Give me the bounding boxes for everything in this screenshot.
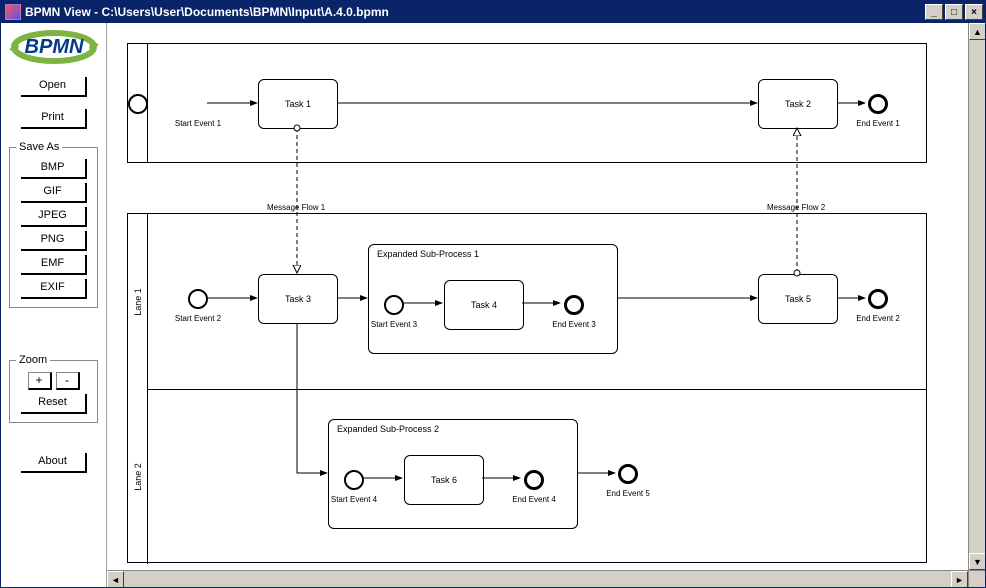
end-event-5-label: End Event 5 [598,489,658,498]
task-1[interactable]: Task 1 [258,79,338,129]
subprocess-2[interactable]: Expanded Sub-Process 2 Start Event 4 Tas… [328,419,578,529]
zoom-reset-button[interactable]: Reset [21,394,87,414]
minimize-button[interactable]: _ [925,4,943,20]
lane-2-label: Lane 2 [128,389,148,564]
maximize-button[interactable]: □ [945,4,963,20]
task-6[interactable]: Task 6 [404,455,484,505]
close-button[interactable]: × [965,4,983,20]
message-flow-1-label: Message Flow 1 [267,203,325,212]
start-event-1[interactable] [128,94,148,114]
end-event-1[interactable] [868,94,888,114]
save-emf-button[interactable]: EMF [21,255,87,275]
save-exif-button[interactable]: EXIF [21,279,87,299]
bpmn-logo: BPMN [9,29,99,65]
window-title: BPMN View - C:\Users\User\Documents\BPMN… [25,5,925,19]
subprocess-1[interactable]: Expanded Sub-Process 1 Start Event 3 Tas… [368,244,618,354]
start-event-1-label: Start Event 1 [168,119,228,128]
save-gif-button[interactable]: GIF [21,183,87,203]
zoom-legend: Zoom [16,354,50,366]
bpmn-diagram: Pool Start Event 1 Task 1 Task 2 End Eve… [127,43,947,563]
message-flow-2-label: Message Flow 2 [767,203,825,212]
task-5[interactable]: Task 5 [758,274,838,324]
scroll-down-button[interactable]: ▼ [969,553,985,570]
start-event-4[interactable] [344,470,364,490]
start-event-3[interactable] [384,295,404,315]
print-button[interactable]: Print [21,109,87,129]
scroll-up-button[interactable]: ▲ [969,23,985,40]
start-event-4-label: Start Event 4 [324,495,384,504]
canvas-container: Pool Start Event 1 Task 1 Task 2 End Eve… [106,23,985,587]
end-event-1-label: End Event 1 [848,119,908,128]
about-button[interactable]: About [21,453,87,473]
vertical-scrollbar[interactable]: ▲ ▼ [968,23,985,570]
save-png-button[interactable]: PNG [21,231,87,251]
end-event-3-label: End Event 3 [544,320,604,329]
end-event-2-label: End Event 2 [848,314,908,323]
zoom-out-button[interactable]: - [56,372,80,390]
content-area: BPMN Open Print Save As BMP GIF JPEG PNG… [1,23,985,587]
subprocess-1-title: Expanded Sub-Process 1 [377,249,479,259]
zoom-in-button[interactable]: + [28,372,52,390]
diagram-canvas[interactable]: Pool Start Event 1 Task 1 Task 2 End Eve… [107,23,968,570]
end-event-2[interactable] [868,289,888,309]
save-as-legend: Save As [16,141,62,153]
save-jpeg-button[interactable]: JPEG [21,207,87,227]
start-event-2[interactable] [188,289,208,309]
scrollbar-corner [968,570,985,587]
start-event-2-label: Start Event 2 [168,314,228,323]
end-event-4-label: End Event 4 [504,495,564,504]
app-window: BPMN View - C:\Users\User\Documents\BPMN… [0,0,986,588]
horizontal-scrollbar[interactable]: ◄ ► [107,570,968,587]
subprocess-2-title: Expanded Sub-Process 2 [337,424,439,434]
zoom-group: Zoom + - Reset [9,354,98,423]
save-bmp-button[interactable]: BMP [21,159,87,179]
svg-text:BPMN: BPMN [25,36,84,58]
open-button[interactable]: Open [21,77,87,97]
task-2[interactable]: Task 2 [758,79,838,129]
save-as-group: Save As BMP GIF JPEG PNG EMF EXIF [9,141,98,308]
app-icon [5,4,21,20]
end-event-5[interactable] [618,464,638,484]
sidebar: BPMN Open Print Save As BMP GIF JPEG PNG… [1,23,106,587]
pool-1[interactable]: Pool Start Event 1 Task 1 Task 2 End Eve… [127,43,927,163]
scroll-left-button[interactable]: ◄ [107,571,124,587]
pool-2[interactable]: Lane 1 Lane 2 Start Event 2 Task 3 Expan… [127,213,927,563]
start-event-3-label: Start Event 3 [364,320,424,329]
task-3[interactable]: Task 3 [258,274,338,324]
window-controls: _ □ × [925,4,983,20]
end-event-3[interactable] [564,295,584,315]
titlebar: BPMN View - C:\Users\User\Documents\BPMN… [1,1,985,23]
lane-1-label: Lane 1 [128,214,148,389]
task-4[interactable]: Task 4 [444,280,524,330]
lane-divider [148,389,926,390]
scroll-right-button[interactable]: ► [951,571,968,587]
end-event-4[interactable] [524,470,544,490]
